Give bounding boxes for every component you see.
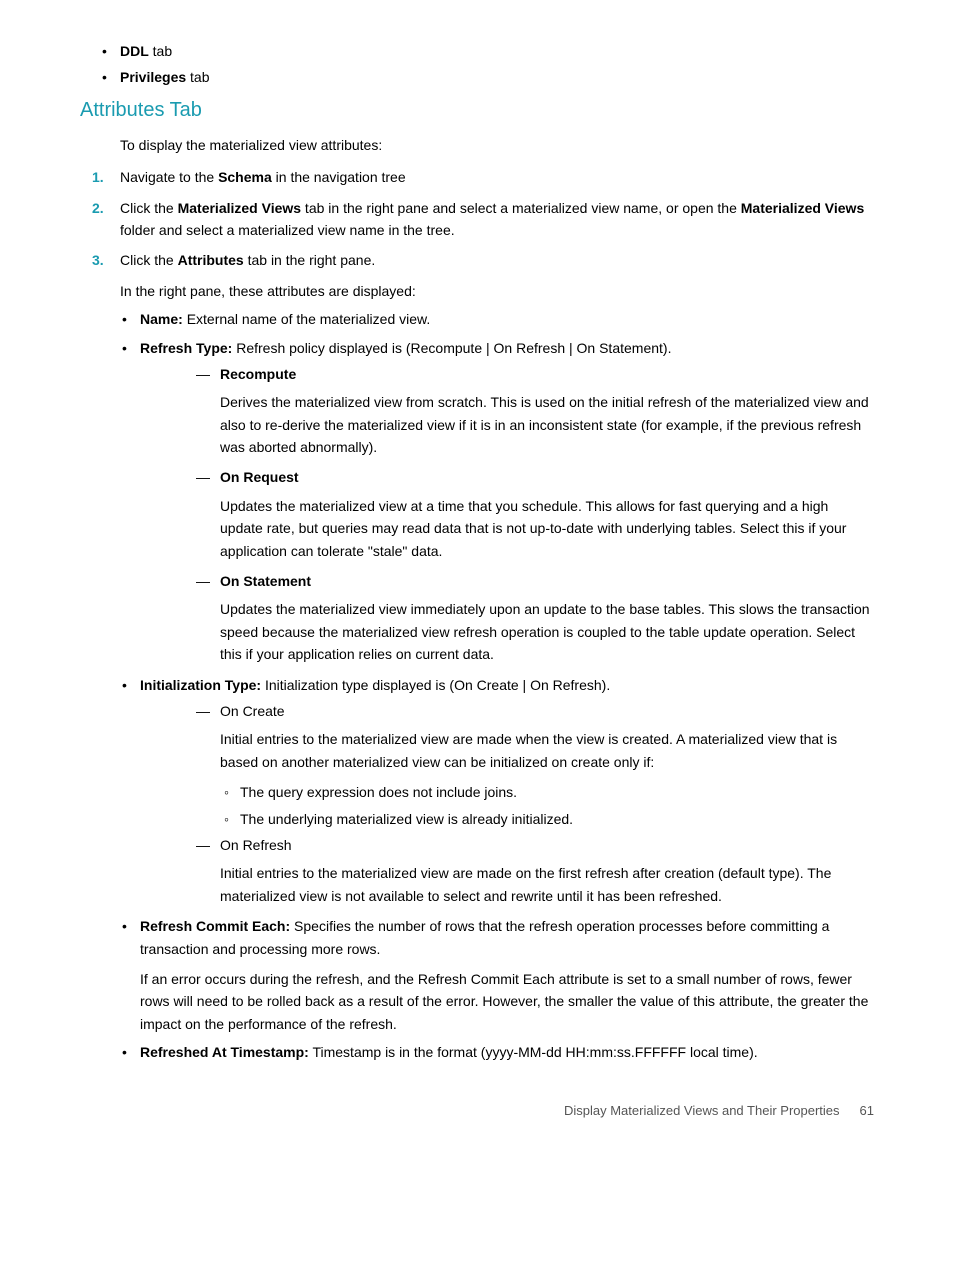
on-request-desc: Updates the materialized view at a time … <box>220 495 874 562</box>
dash-on-refresh-label: On Refresh <box>220 837 292 853</box>
initial-bullet-list: DDL tab Privileges tab <box>80 40 874 89</box>
footer: Display Materialized Views and Their Pro… <box>80 1103 874 1118</box>
attr-refresh-commit: Refresh Commit Each: Specifies the numbe… <box>140 915 874 1035</box>
attributes-list: Name: External name of the materialized … <box>80 308 874 1063</box>
dash-recompute: Recompute <box>220 363 874 385</box>
attr-refreshed-timestamp-text: Timestamp is in the format (yyyy-MM-dd H… <box>312 1044 757 1060</box>
section-heading: Attributes Tab <box>80 99 874 122</box>
step-2-number: 2. <box>92 197 104 219</box>
attr-refreshed-timestamp-label: Refreshed At Timestamp: <box>140 1044 309 1060</box>
step-1-number: 1. <box>92 166 104 188</box>
step-2: 2. Click the Materialized Views tab in t… <box>120 197 874 242</box>
refresh-commit-extra: If an error occurs during the refresh, a… <box>140 968 874 1035</box>
bullet-privileges-label: Privileges <box>120 69 186 85</box>
numbered-steps: 1. Navigate to the Schema in the navigat… <box>80 166 874 272</box>
on-create-desc: Initial entries to the materialized view… <box>220 728 874 773</box>
on-statement-list: On Statement <box>140 570 874 592</box>
attr-refreshed-timestamp: Refreshed At Timestamp: Timestamp is in … <box>140 1041 874 1063</box>
footer-text: Display Materialized Views and Their Pro… <box>564 1103 840 1118</box>
on-create-list: On Create <box>140 700 874 722</box>
dash-on-request: On Request <box>220 466 874 488</box>
dash-on-create: On Create <box>220 700 874 722</box>
attr-init-type-label: Initialization Type: <box>140 677 261 693</box>
bullet-ddl-label: DDL <box>120 43 149 59</box>
step-1-text: Navigate to the Schema in the navigation… <box>120 169 406 185</box>
page-container: DDL tab Privileges tab Attributes Tab To… <box>80 40 874 1118</box>
bullet-ddl-text: tab <box>153 43 172 59</box>
attr-name-text: External name of the materialized view. <box>187 311 431 327</box>
attr-name: Name: External name of the materialized … <box>140 308 874 330</box>
footer-page: 61 <box>860 1103 874 1118</box>
on-create-circle-list: The query expression does not include jo… <box>140 781 874 830</box>
dash-on-create-label: On Create <box>220 703 285 719</box>
dash-on-request-label: On Request <box>220 469 299 485</box>
step-3-number: 3. <box>92 249 104 271</box>
on-refresh-list: On Refresh <box>140 834 874 856</box>
attr-refresh-type-label: Refresh Type: <box>140 340 232 356</box>
circle-item-2: The underlying materialized view is alre… <box>240 808 874 830</box>
circle-item-2-text: The underlying materialized view is alre… <box>240 811 573 827</box>
dash-recompute-label: Recompute <box>220 366 296 382</box>
refresh-type-subitems: Recompute <box>140 363 874 385</box>
step-3: 3. Click the Attributes tab in the right… <box>120 249 874 271</box>
on-request-list: On Request <box>140 466 874 488</box>
attr-refresh-type: Refresh Type: Refresh policy displayed i… <box>140 337 874 666</box>
attr-refresh-type-text: Refresh policy displayed is (Recompute |… <box>236 340 671 356</box>
attr-init-type-text: Initialization type displayed is (On Cre… <box>265 677 610 693</box>
dash-on-statement: On Statement <box>220 570 874 592</box>
on-refresh-desc: Initial entries to the materialized view… <box>220 862 874 907</box>
dash-on-statement-label: On Statement <box>220 573 311 589</box>
attr-init-type: Initialization Type: Initialization type… <box>140 674 874 908</box>
intro-text: To display the materialized view attribu… <box>120 134 874 156</box>
circle-item-1-text: The query expression does not include jo… <box>240 784 517 800</box>
bullet-privileges: Privileges tab <box>120 66 874 88</box>
step-2-text: Click the Materialized Views tab in the … <box>120 200 864 238</box>
bullet-ddl: DDL tab <box>120 40 874 62</box>
bullet-privileges-text: tab <box>190 69 209 85</box>
attr-refresh-commit-label: Refresh Commit Each: <box>140 918 290 934</box>
recompute-desc: Derives the materialized view from scrat… <box>220 391 874 458</box>
step-3-text: Click the Attributes tab in the right pa… <box>120 252 375 268</box>
attr-name-label: Name: <box>140 311 183 327</box>
on-statement-desc: Updates the materialized view immediatel… <box>220 598 874 665</box>
dash-on-refresh: On Refresh <box>220 834 874 856</box>
sub-intro: In the right pane, these attributes are … <box>120 280 874 302</box>
step-1: 1. Navigate to the Schema in the navigat… <box>120 166 874 188</box>
circle-item-1: The query expression does not include jo… <box>240 781 874 803</box>
